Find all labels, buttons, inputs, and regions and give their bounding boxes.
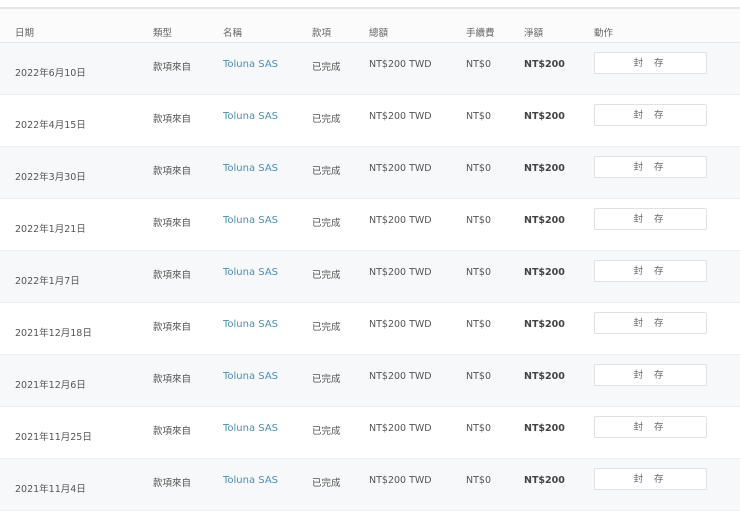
row-type: 款項來自 [153, 322, 192, 333]
archive-button[interactable]: 封 存 [594, 312, 707, 334]
table-row: 2022年1月21日 款項來自 Toluna SAS 已完成 NT$200 TW… [0, 199, 740, 251]
header-status: 款項 [312, 28, 332, 39]
header-net: 淨額 [524, 28, 544, 39]
row-date: 2022年6月10日 [15, 68, 86, 79]
row-date: 2021年12月18日 [15, 328, 92, 339]
row-date: 2022年1月21日 [15, 224, 86, 235]
row-status: 已完成 [312, 374, 341, 385]
row-name-link[interactable]: Toluna SAS [223, 267, 278, 278]
table-row: 2021年12月6日 款項來自 Toluna SAS 已完成 NT$200 TW… [0, 355, 740, 407]
row-status: 已完成 [312, 218, 341, 229]
archive-button[interactable]: 封 存 [594, 52, 707, 74]
row-date: 2022年4月15日 [15, 120, 86, 131]
row-date: 2021年11月25日 [15, 432, 92, 443]
transactions-table: 2022年6月10日 款項來自 Toluna SAS 已完成 NT$200 TW… [0, 43, 740, 511]
row-name-link[interactable]: Toluna SAS [223, 215, 278, 226]
row-fee: NT$0 [466, 59, 491, 70]
header-name: 名稱 [223, 28, 243, 39]
header-total: 總額 [369, 28, 389, 39]
row-name-link[interactable]: Toluna SAS [223, 111, 278, 122]
row-name-link[interactable]: Toluna SAS [223, 163, 278, 174]
row-fee: NT$0 [466, 475, 491, 486]
row-fee: NT$0 [466, 111, 491, 122]
row-fee: NT$0 [466, 215, 491, 226]
row-total: NT$200 TWD [369, 423, 432, 434]
row-date: 2022年1月7日 [15, 276, 80, 287]
top-divider [0, 0, 740, 9]
row-net: NT$200 [524, 267, 565, 278]
row-date: 2021年12月6日 [15, 380, 86, 391]
row-name-link[interactable]: Toluna SAS [223, 59, 278, 70]
row-net: NT$200 [524, 423, 565, 434]
row-net: NT$200 [524, 111, 565, 122]
row-type: 款項來自 [153, 62, 192, 73]
table-row: 2022年6月10日 款項來自 Toluna SAS 已完成 NT$200 TW… [0, 43, 740, 95]
row-type: 款項來自 [153, 218, 192, 229]
row-total: NT$200 TWD [369, 163, 432, 174]
table-row: 2021年11月25日 款項來自 Toluna SAS 已完成 NT$200 T… [0, 407, 740, 459]
row-fee: NT$0 [466, 371, 491, 382]
header-action: 動作 [594, 28, 614, 39]
row-type: 款項來自 [153, 374, 192, 385]
table-row: 2022年1月7日 款項來自 Toluna SAS 已完成 NT$200 TWD… [0, 251, 740, 303]
archive-button[interactable]: 封 存 [594, 260, 707, 282]
row-status: 已完成 [312, 166, 341, 177]
row-name-link[interactable]: Toluna SAS [223, 475, 278, 486]
table-row: 2022年3月30日 款項來自 Toluna SAS 已完成 NT$200 TW… [0, 147, 740, 199]
row-net: NT$200 [524, 215, 565, 226]
row-total: NT$200 TWD [369, 371, 432, 382]
row-fee: NT$0 [466, 163, 491, 174]
row-total: NT$200 TWD [369, 59, 432, 70]
row-type: 款項來自 [153, 114, 192, 125]
archive-button[interactable]: 封 存 [594, 364, 707, 386]
row-type: 款項來自 [153, 426, 192, 437]
archive-button[interactable]: 封 存 [594, 416, 707, 438]
row-status: 已完成 [312, 322, 341, 333]
table-header: 日期 類型 名稱 款項 總額 手續費 淨額 動作 [0, 9, 740, 43]
row-type: 款項來自 [153, 478, 192, 489]
row-status: 已完成 [312, 478, 341, 489]
table-row: 2022年4月15日 款項來自 Toluna SAS 已完成 NT$200 TW… [0, 95, 740, 147]
row-type: 款項來自 [153, 270, 192, 281]
row-name-link[interactable]: Toluna SAS [223, 423, 278, 434]
row-status: 已完成 [312, 114, 341, 125]
row-date: 2021年11月4日 [15, 484, 86, 495]
archive-button[interactable]: 封 存 [594, 208, 707, 230]
row-net: NT$200 [524, 59, 565, 70]
archive-button[interactable]: 封 存 [594, 468, 707, 490]
row-total: NT$200 TWD [369, 111, 432, 122]
row-name-link[interactable]: Toluna SAS [223, 319, 278, 330]
header-type: 類型 [153, 28, 173, 39]
row-total: NT$200 TWD [369, 267, 432, 278]
row-date: 2022年3月30日 [15, 172, 86, 183]
row-name-link[interactable]: Toluna SAS [223, 371, 278, 382]
row-status: 已完成 [312, 426, 341, 437]
header-fee: 手續費 [466, 28, 495, 39]
row-net: NT$200 [524, 371, 565, 382]
row-total: NT$200 TWD [369, 319, 432, 330]
row-net: NT$200 [524, 319, 565, 330]
row-total: NT$200 TWD [369, 475, 432, 486]
table-row: 2021年11月4日 款項來自 Toluna SAS 已完成 NT$200 TW… [0, 459, 740, 511]
table-row: 2021年12月18日 款項來自 Toluna SAS 已完成 NT$200 T… [0, 303, 740, 355]
row-fee: NT$0 [466, 267, 491, 278]
archive-button[interactable]: 封 存 [594, 156, 707, 178]
row-fee: NT$0 [466, 423, 491, 434]
row-fee: NT$0 [466, 319, 491, 330]
archive-button[interactable]: 封 存 [594, 104, 707, 126]
row-net: NT$200 [524, 163, 565, 174]
row-status: 已完成 [312, 270, 341, 281]
row-total: NT$200 TWD [369, 215, 432, 226]
row-status: 已完成 [312, 62, 341, 73]
header-date: 日期 [15, 28, 35, 39]
row-type: 款項來自 [153, 166, 192, 177]
row-net: NT$200 [524, 475, 565, 486]
